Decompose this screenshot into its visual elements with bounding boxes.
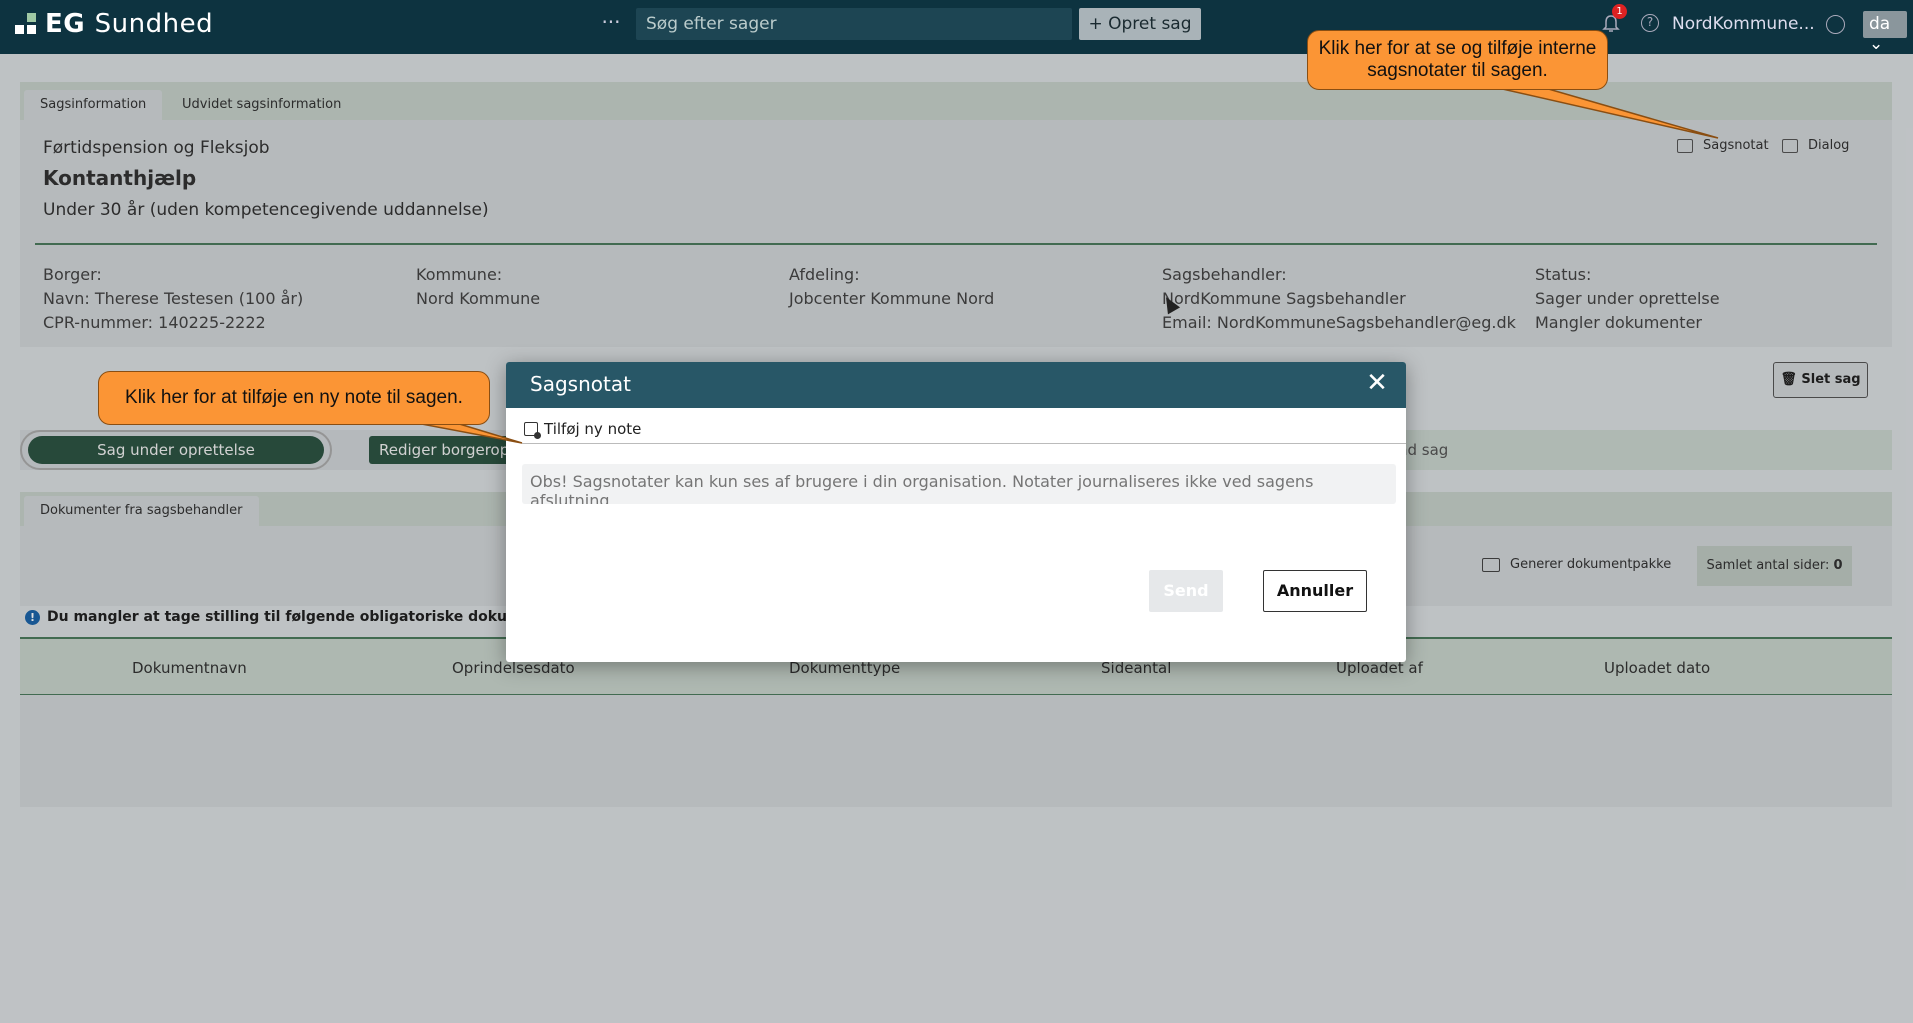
callout-left: Klik her for at tilføje en ny note til s… [98,371,490,425]
callout-top: Klik her for at se og tilføje interne sa… [1307,30,1608,90]
callout-pointers [357,87,1719,444]
